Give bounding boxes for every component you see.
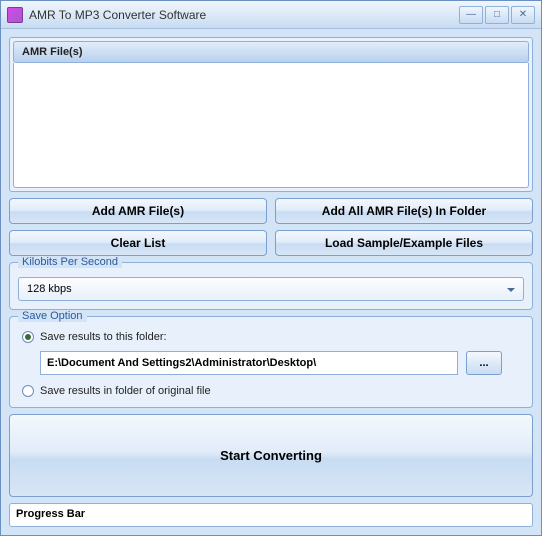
load-sample-button[interactable]: Load Sample/Example Files [275, 230, 533, 256]
path-row: ... [18, 345, 524, 383]
save-to-folder-label: Save results to this folder: [40, 331, 167, 343]
app-icon [7, 7, 23, 23]
save-to-folder-radio[interactable] [22, 331, 34, 343]
save-original-folder-label: Save results in folder of original file [40, 385, 211, 397]
close-button[interactable]: ✕ [511, 6, 535, 24]
kilobits-group: Kilobits Per Second 128 kbps [9, 262, 533, 310]
clear-list-button[interactable]: Clear List [9, 230, 267, 256]
kilobits-selected-value: 128 kbps [27, 283, 72, 295]
kilobits-select[interactable]: 128 kbps [18, 277, 524, 301]
button-row-1: Add AMR File(s) Add All AMR File(s) In F… [9, 198, 533, 224]
browse-button[interactable]: ... [466, 351, 502, 375]
window-title: AMR To MP3 Converter Software [29, 8, 459, 22]
add-files-button[interactable]: Add AMR File(s) [9, 198, 267, 224]
client-area: AMR File(s) Add AMR File(s) Add All AMR … [1, 29, 541, 535]
maximize-button[interactable]: □ [485, 6, 509, 24]
save-original-folder-radio[interactable] [22, 385, 34, 397]
minimize-button[interactable]: — [459, 6, 483, 24]
button-row-2: Clear List Load Sample/Example Files [9, 230, 533, 256]
save-option-group: Save Option Save results to this folder:… [9, 316, 533, 408]
file-list-header: AMR File(s) [13, 41, 529, 63]
save-option-group-label: Save Option [18, 310, 87, 322]
start-converting-button[interactable]: Start Converting [9, 414, 533, 497]
progress-label: Progress Bar [16, 508, 85, 520]
file-list[interactable] [13, 63, 529, 188]
progress-bar: Progress Bar [9, 503, 533, 527]
save-path-input[interactable] [40, 351, 458, 375]
save-to-folder-row[interactable]: Save results to this folder: [18, 329, 524, 345]
app-window: AMR To MP3 Converter Software — □ ✕ AMR … [0, 0, 542, 536]
save-original-folder-row[interactable]: Save results in folder of original file [18, 383, 524, 399]
titlebar: AMR To MP3 Converter Software — □ ✕ [1, 1, 541, 29]
add-folder-button[interactable]: Add All AMR File(s) In Folder [275, 198, 533, 224]
file-list-panel: AMR File(s) [9, 37, 533, 192]
kilobits-group-label: Kilobits Per Second [18, 256, 122, 268]
window-controls: — □ ✕ [459, 6, 535, 24]
